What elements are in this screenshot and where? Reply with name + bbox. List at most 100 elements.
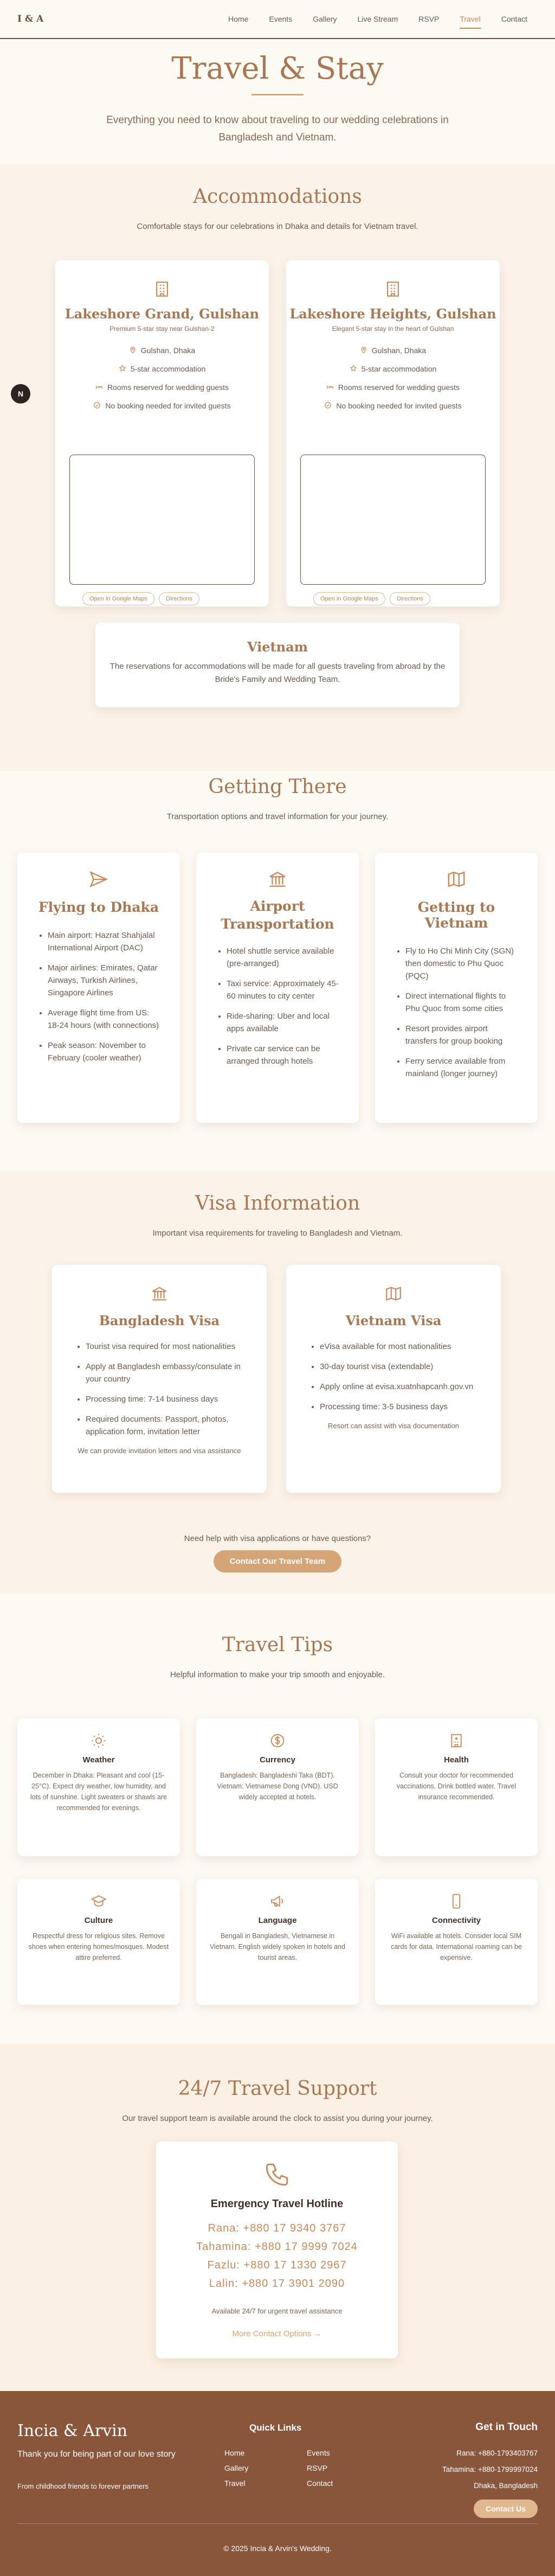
nav-gallery[interactable]: Gallery bbox=[302, 12, 347, 25]
tip-card: Language Bengali in Bangladesh, Vietname… bbox=[196, 1879, 359, 2005]
nav-contact[interactable]: Contact bbox=[491, 12, 538, 25]
send-plane-icon bbox=[36, 869, 162, 890]
support-section: 24/7 Travel Support Our travel support t… bbox=[0, 2044, 555, 2391]
top-nav-bar: I & A Home Events Gallery Live Stream RS… bbox=[0, 0, 555, 39]
floating-menu-button[interactable]: N bbox=[11, 384, 30, 404]
list-item: 30-day tourist visa (extendable) bbox=[320, 1360, 479, 1373]
site-footer: Incia & Arvin Thank you for being part o… bbox=[0, 2391, 555, 2576]
tip-card: Currency Bangladesh: Bangladeshi Taka (B… bbox=[196, 1718, 359, 1856]
main-nav: Home Events Gallery Live Stream RSVP Tra… bbox=[218, 12, 538, 29]
dollar-icon bbox=[207, 1733, 348, 1749]
list-item: Apply at Bangladesh embassy/consulate in… bbox=[86, 1360, 245, 1385]
smartphone-icon bbox=[386, 1893, 527, 1909]
site-logo[interactable]: I & A bbox=[17, 14, 43, 24]
hotline-contact[interactable]: Lalin: +880 17 3901 2090 bbox=[156, 2274, 398, 2293]
hotel-card: Lakeshore Grand, Gulshan Premium 5-star … bbox=[55, 260, 269, 606]
footer-contact-line: Rana: +880-1793403767 bbox=[456, 2449, 538, 2457]
visa-title: Visa Information bbox=[195, 1192, 360, 1215]
hotline-contact[interactable]: Fazlu: +880 17 1330 2967 bbox=[156, 2256, 398, 2274]
visa-help-text: Need help with visa applications or have… bbox=[184, 1534, 371, 1543]
footer-link-rsvp[interactable]: RSVP bbox=[307, 2460, 333, 2476]
support-subtitle: Our travel support team is available aro… bbox=[122, 2114, 433, 2123]
tip-title: Culture bbox=[84, 1916, 113, 1925]
footer-divider bbox=[17, 2523, 538, 2524]
nav-rsvp[interactable]: RSVP bbox=[408, 12, 449, 25]
list-item: Apply online at evisa.xuatnhapcanh.gov.v… bbox=[320, 1380, 479, 1393]
hero-subtitle: Everything you need to know about travel… bbox=[106, 114, 449, 143]
hero-section: Travel & Stay Everything you need to kno… bbox=[0, 39, 555, 164]
tip-card: Health Consult your doctor for recommend… bbox=[375, 1718, 538, 1856]
hotline-contact[interactable]: Tahamina: +880 17 9999 7024 bbox=[156, 2238, 398, 2256]
directions-button[interactable]: Directions bbox=[159, 592, 199, 605]
transport-card-title: Flying to Dhaka bbox=[38, 899, 159, 915]
list-item: Hotel shuttle service available (pre-arr… bbox=[227, 945, 340, 970]
hotel-tagline: Premium 5-star stay near Gulshan-2 bbox=[109, 325, 215, 333]
hotline-card: Emergency Travel Hotline Rana: +880 17 9… bbox=[156, 2142, 398, 2358]
footer-link-events[interactable]: Events bbox=[307, 2445, 333, 2460]
list-item: Main airport: Hazrat Shahjalal Internati… bbox=[48, 929, 162, 954]
contact-travel-team-button[interactable]: Contact Our Travel Team bbox=[213, 1550, 342, 1573]
tip-title: Language bbox=[258, 1916, 297, 1925]
hotel-booking: No booking needed for invited guests bbox=[336, 401, 462, 410]
visa-card: Bangladesh Visa Tourist visa required fo… bbox=[52, 1265, 267, 1493]
hotel-map[interactable] bbox=[69, 455, 255, 585]
footer-contact-line: Tahamina: +880-1799997024 bbox=[442, 2465, 538, 2473]
hotel-map[interactable] bbox=[300, 455, 486, 585]
list-item: Private car service can be arranged thro… bbox=[227, 1043, 340, 1068]
building-icon bbox=[55, 280, 269, 298]
getting-there-subtitle: Transportation options and travel inform… bbox=[166, 812, 389, 821]
nav-live-stream[interactable]: Live Stream bbox=[347, 12, 409, 25]
sun-icon bbox=[28, 1733, 169, 1749]
hotel-booking: No booking needed for invited guests bbox=[105, 401, 231, 410]
hotline-contact[interactable]: Rana: +880 17 9340 3767 bbox=[156, 2219, 398, 2238]
transport-card: Flying to Dhaka Main airport: Hazrat Sha… bbox=[17, 853, 180, 1123]
travel-tips-section: Travel Tips Helpful information to make … bbox=[0, 1594, 555, 2044]
tip-text: WiFi available at hotels. Consider local… bbox=[391, 1932, 522, 1961]
star-icon bbox=[350, 364, 357, 374]
list-item: Resort provides airport transfers for gr… bbox=[405, 1022, 519, 1047]
tips-subtitle: Helpful information to make your trip sm… bbox=[170, 1670, 385, 1679]
accommodations-title: Accommodations bbox=[193, 186, 362, 208]
check-circle-icon bbox=[93, 401, 101, 411]
hotel-tagline: Elegant 5-star stay in the heart of Guls… bbox=[332, 325, 454, 333]
directions-button[interactable]: Directions bbox=[390, 592, 430, 605]
google-maps-button[interactable]: Open in Google Maps bbox=[82, 592, 155, 605]
list-item: Required documents: Passport, photos, ap… bbox=[86, 1413, 245, 1438]
check-circle-icon bbox=[324, 401, 332, 411]
hotel-location: Gulshan, Dhaka bbox=[140, 346, 196, 355]
accommodations-section: Accommodations Comfortable stays for our… bbox=[0, 164, 555, 771]
footer-thanks: Thank you for being part of our love sto… bbox=[17, 2450, 176, 2459]
hotel-name: Lakeshore Grand, Gulshan bbox=[64, 306, 260, 322]
list-item: Processing time: 7-14 business days bbox=[86, 1393, 245, 1405]
tip-text: Respectful dress for religious sites. Re… bbox=[28, 1932, 169, 1961]
footer-link-contact[interactable]: Contact bbox=[307, 2476, 333, 2491]
nav-events[interactable]: Events bbox=[259, 12, 302, 25]
list-item: Fly to Ho Chi Minh City (SGN) then domes… bbox=[405, 945, 519, 982]
footer-copyright: © 2025 Incia & Arvin's Wedding. bbox=[223, 2544, 332, 2553]
hotel-rooms: Rooms reserved for wedding guests bbox=[338, 383, 460, 392]
hotel-rating: 5-star accommodation bbox=[361, 365, 437, 373]
transport-card: Getting to Vietnam Fly to Ho Chi Minh Ci… bbox=[375, 853, 538, 1123]
footer-names: Incia & Arvin bbox=[17, 2421, 128, 2440]
list-item: Tourist visa required for most nationali… bbox=[86, 1340, 245, 1353]
more-contact-options-link[interactable]: More Contact Options → bbox=[156, 2329, 398, 2338]
support-title: 24/7 Travel Support bbox=[178, 2078, 377, 2100]
footer-link-home[interactable]: Home bbox=[224, 2445, 248, 2460]
nav-home[interactable]: Home bbox=[218, 12, 259, 25]
list-item: Major airlines: Emirates, Qatar Airways,… bbox=[48, 962, 162, 999]
footer-link-travel[interactable]: Travel bbox=[224, 2476, 248, 2491]
tip-card: Connectivity WiFi available at hotels. C… bbox=[375, 1879, 538, 2005]
tip-card: Culture Respectful dress for religious s… bbox=[17, 1879, 180, 2005]
google-maps-button[interactable]: Open in Google Maps bbox=[313, 592, 386, 605]
graduation-cap-icon bbox=[28, 1893, 169, 1909]
getting-there-title: Getting There bbox=[208, 776, 347, 798]
list-item: Average flight time from US: 18-24 hours… bbox=[48, 1007, 162, 1032]
footer-link-gallery[interactable]: Gallery bbox=[224, 2460, 248, 2476]
vietnam-card: Vietnam The reservations for accommodati… bbox=[95, 623, 460, 707]
vietnam-title: Vietnam bbox=[247, 639, 308, 655]
hotel-rooms: Rooms reserved for wedding guests bbox=[107, 383, 229, 392]
footer-contact-button[interactable]: Contact Us bbox=[474, 2500, 538, 2518]
accommodations-subtitle: Comfortable stays for our celebrations i… bbox=[137, 222, 418, 231]
nav-travel[interactable]: Travel bbox=[449, 12, 491, 29]
hotel-rating: 5-star accommodation bbox=[130, 365, 206, 373]
